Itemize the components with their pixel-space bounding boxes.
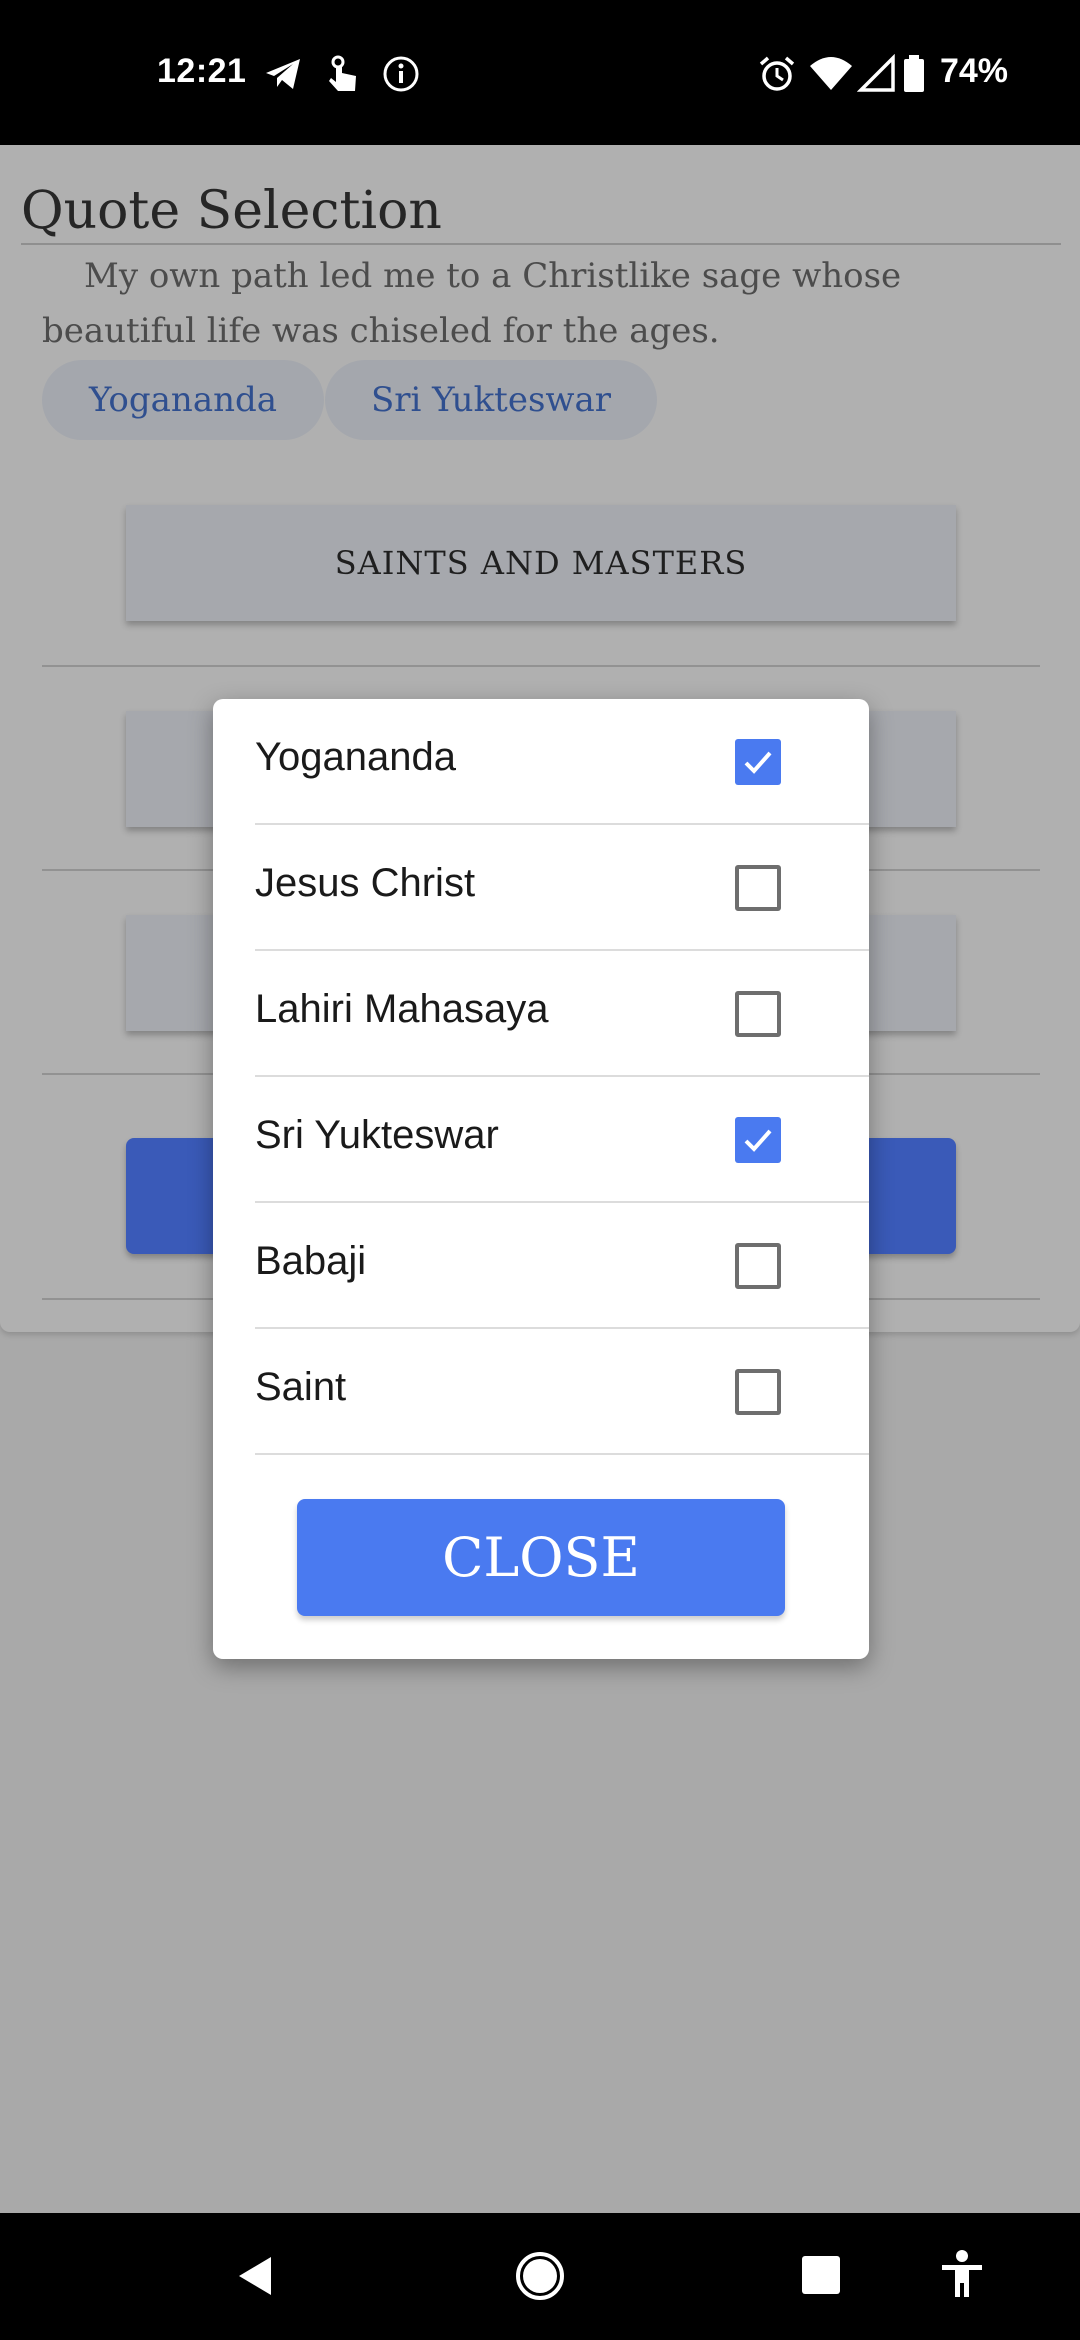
status-time: 12:21 [157,52,247,90]
option-babaji[interactable]: Babaji [255,1203,869,1329]
checkbox-unchecked[interactable] [735,865,781,911]
option-jesus-christ[interactable]: Jesus Christ [255,825,869,951]
telegram-icon [263,54,303,94]
recents-icon[interactable] [801,2255,841,2299]
checkmark-icon [744,751,772,774]
signal-icon [856,53,897,94]
page-title: Quote Selection [21,181,442,241]
checkmark-icon [744,1129,772,1152]
close-button[interactable]: CLOSE [297,1499,785,1616]
option-saint[interactable]: Saint [255,1329,869,1455]
saints-and-masters-button[interactable]: SAINTS AND MASTERS [126,505,956,621]
option-label: Sri Yukteswar [255,1113,499,1157]
checkbox-checked[interactable] [735,739,781,785]
option-label: Lahiri Mahasaya [255,987,549,1031]
info-icon [381,54,421,94]
tag-chip-yogananda[interactable]: Yogananda [42,360,324,440]
title-divider [21,243,1061,245]
option-label: Babaji [255,1239,367,1283]
home-icon[interactable] [514,2250,566,2306]
checkbox-checked[interactable] [735,1117,781,1163]
option-label: Yogananda [255,735,456,779]
battery-icon [902,54,926,94]
option-sri-yukteswar[interactable]: Sri Yukteswar [255,1077,869,1203]
alarm-icon [757,54,797,94]
divider [42,665,1040,667]
option-yogananda[interactable]: Yogananda [255,699,869,825]
back-icon[interactable] [235,2253,275,2303]
status-bar: 12:21 74% [0,0,1080,145]
checkbox-unchecked[interactable] [735,1369,781,1415]
author-selection-dialog: Yogananda Jesus Christ Lahiri Mahasaya S… [213,699,869,1659]
checkbox-unchecked[interactable] [735,1243,781,1289]
battery-percentage: 74% [939,52,1008,90]
tag-chip-sri-yukteswar[interactable]: Sri Yukteswar [325,360,657,440]
checkbox-unchecked[interactable] [735,991,781,1037]
touch-icon [323,54,363,94]
option-label: Jesus Christ [255,861,476,905]
option-label: Saint [255,1365,347,1409]
navigation-bar [0,2213,1080,2340]
option-lahiri-mahasaya[interactable]: Lahiri Mahasaya [255,951,869,1077]
quote-text: My own path led me to a Christlike sage … [42,256,902,351]
wifi-icon [808,54,854,94]
accessibility-icon[interactable] [940,2249,984,2303]
